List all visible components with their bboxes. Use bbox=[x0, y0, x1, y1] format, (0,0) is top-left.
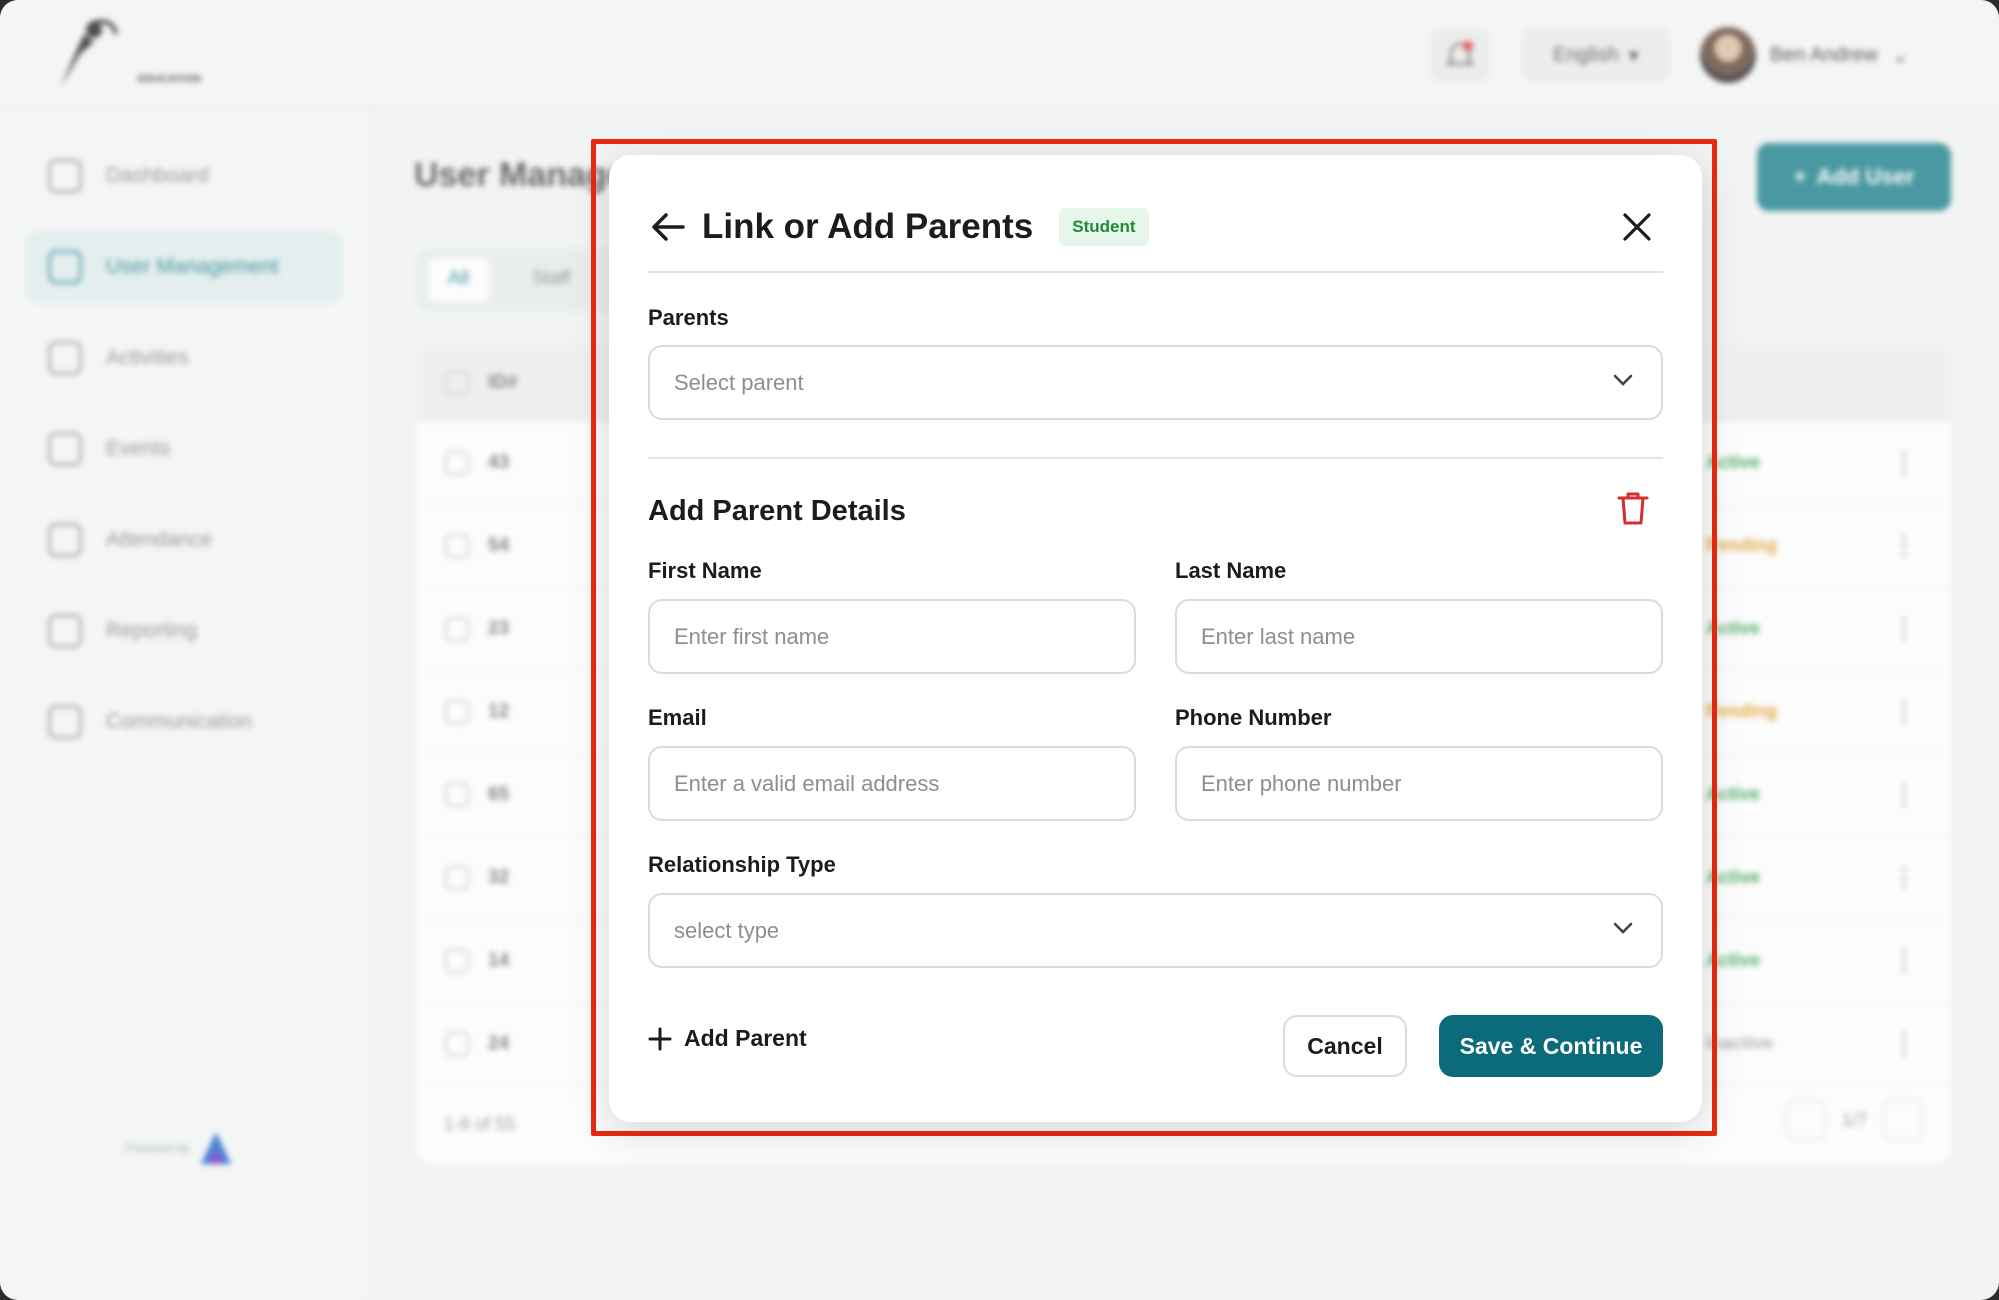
link-parents-modal: Link or Add Parents Student Parents Sele… bbox=[609, 155, 1702, 1122]
add-parent-button[interactable]: Add Parent bbox=[648, 1025, 807, 1052]
phone-label: Phone Number bbox=[1175, 705, 1332, 730]
trash-icon[interactable] bbox=[1616, 490, 1650, 526]
last-name-input[interactable] bbox=[1201, 623, 1661, 650]
chevron-down-icon bbox=[1613, 922, 1633, 934]
modal-title: Link or Add Parents bbox=[702, 207, 1034, 246]
first-name-label: First Name bbox=[648, 558, 762, 583]
close-button[interactable] bbox=[1615, 205, 1659, 249]
plus-icon bbox=[648, 1027, 672, 1050]
save-continue-button[interactable]: Save & Continue bbox=[1439, 1015, 1663, 1077]
email-field[interactable] bbox=[648, 746, 1136, 821]
first-name-input[interactable] bbox=[674, 623, 1134, 650]
email-label: Email bbox=[648, 705, 707, 730]
student-badge: Student bbox=[1059, 208, 1149, 246]
phone-field[interactable] bbox=[1175, 746, 1663, 821]
add-parent-label: Add Parent bbox=[684, 1025, 807, 1051]
last-name-field[interactable] bbox=[1175, 599, 1663, 674]
email-input[interactable] bbox=[674, 770, 1134, 797]
modal-header: Link or Add Parents Student bbox=[648, 199, 1663, 255]
header-divider bbox=[648, 271, 1663, 273]
cancel-button[interactable]: Cancel bbox=[1283, 1015, 1407, 1077]
arrow-left-icon bbox=[652, 213, 685, 241]
parents-label: Parents bbox=[648, 305, 729, 330]
parent-select-placeholder: Select parent bbox=[674, 369, 804, 395]
last-name-label: Last Name bbox=[1175, 558, 1287, 583]
close-icon bbox=[1623, 213, 1651, 241]
first-name-field[interactable] bbox=[648, 599, 1136, 674]
relationship-select[interactable]: select type bbox=[648, 893, 1663, 968]
section-divider bbox=[648, 457, 1663, 459]
back-button[interactable] bbox=[648, 207, 688, 247]
relationship-label: Relationship Type bbox=[648, 852, 836, 877]
chevron-down-icon bbox=[1613, 374, 1633, 386]
parent-select[interactable]: Select parent bbox=[648, 345, 1663, 420]
relationship-select-placeholder: select type bbox=[674, 917, 780, 943]
phone-input[interactable] bbox=[1201, 770, 1661, 797]
section-title: Add Parent Details bbox=[648, 495, 906, 527]
